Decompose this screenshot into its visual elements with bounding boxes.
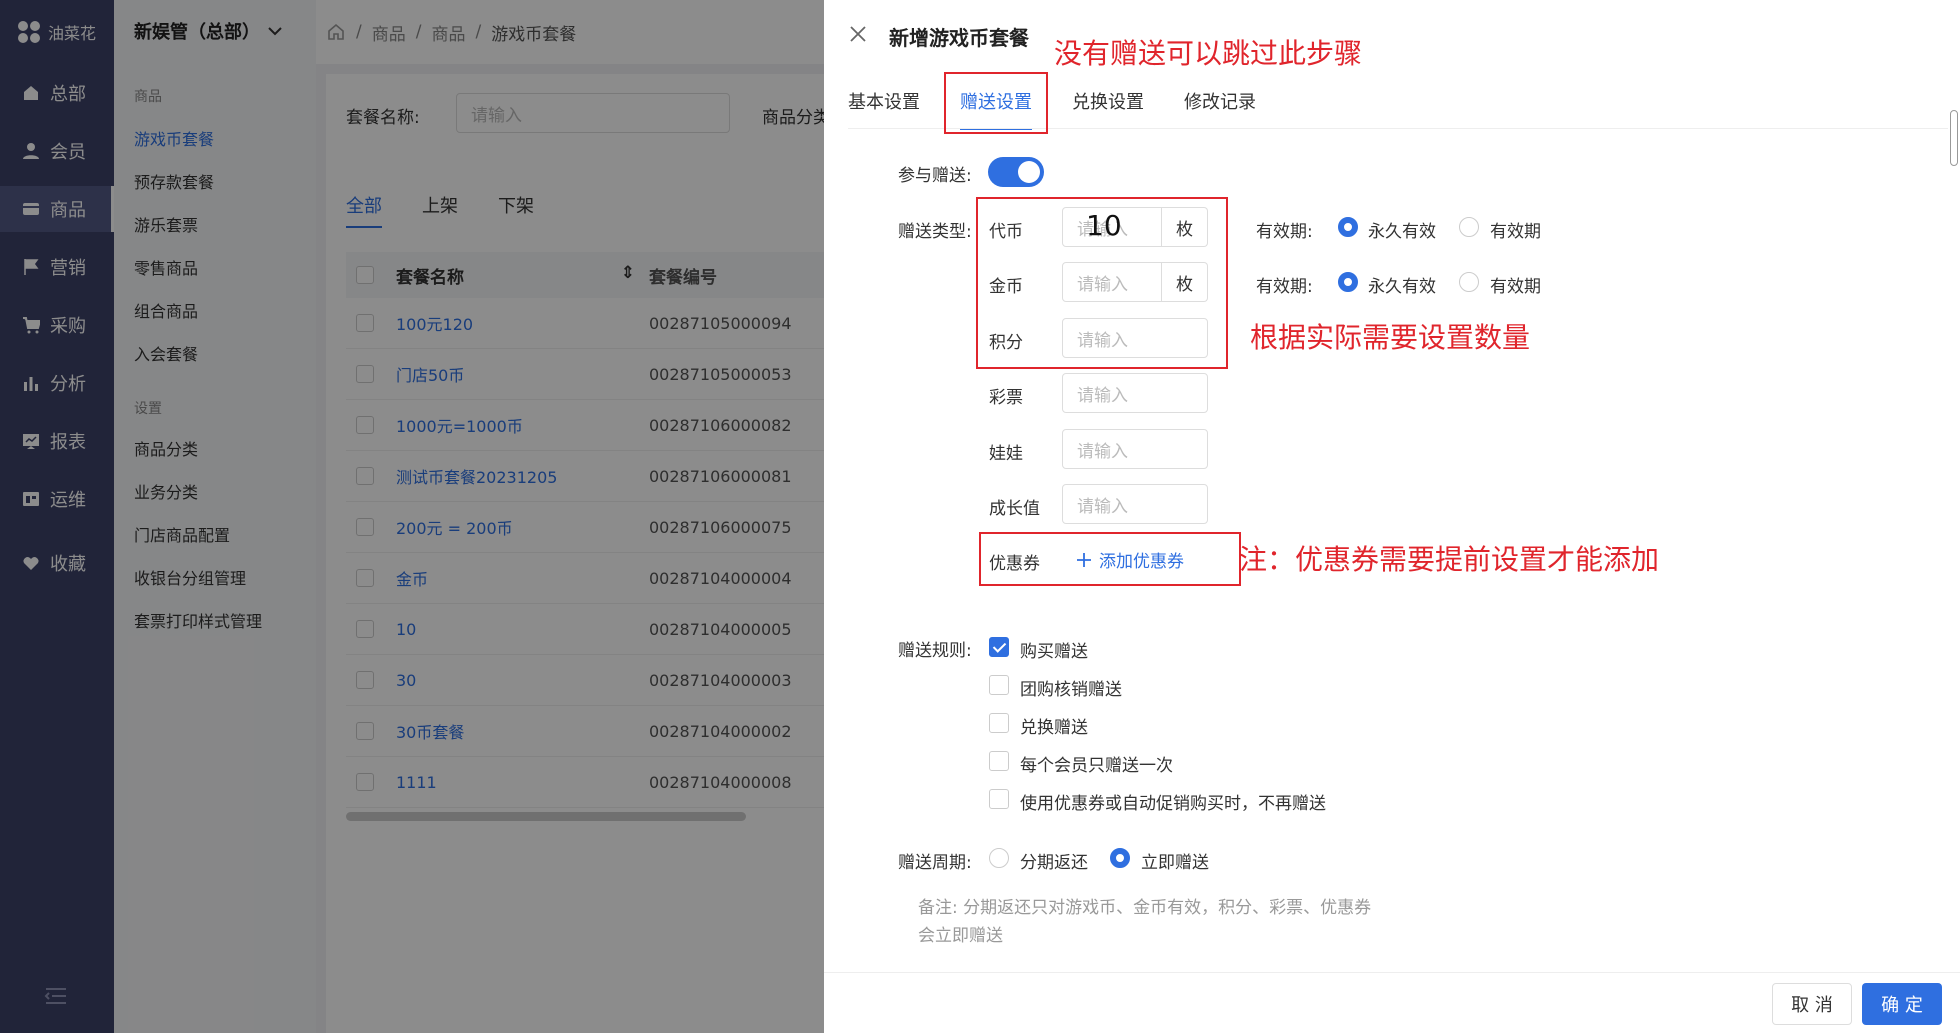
tab-change-log[interactable]: 修改记录 — [1184, 88, 1256, 130]
validity-period-radio[interactable] — [1459, 217, 1479, 237]
overlay-mask[interactable] — [0, 0, 824, 1033]
validity-permanent-radio[interactable] — [1338, 272, 1358, 292]
validity-period-label: 有效期 — [1490, 222, 1541, 242]
gift-rule-label-text: 每个会员只赠送一次 — [1020, 756, 1173, 776]
validity-permanent-label: 永久有效 — [1368, 222, 1436, 242]
validity-permanent-label: 永久有效 — [1368, 277, 1436, 297]
gift-rule-checkbox[interactable] — [989, 751, 1009, 771]
period-immediate-radio[interactable] — [1110, 848, 1130, 868]
gift-type-name: 成长值 — [989, 499, 1040, 519]
highlight-box-tab — [944, 72, 1048, 134]
period-installment-radio[interactable] — [989, 848, 1009, 868]
drawer-footer: 取 消 确 定 — [824, 972, 1960, 1033]
gift-rule-checkbox[interactable] — [989, 675, 1009, 695]
validity-period-label: 有效期 — [1490, 277, 1541, 297]
app-root: 油菜花 总部 会员 商品 营销 采购 分析 报表 运维 收藏 新娱管（总部） 商品 游戏币套餐预… — [0, 0, 1960, 1033]
drawer-title: 新增游戏币套餐 — [889, 26, 1029, 50]
period-note: 备注: 分期返还只对游戏币、金币有效，积分、彩票、优惠券会立即赠送 — [918, 898, 1372, 946]
drawer-tabs: 基本设置 赠送设置 兑换设置 修改记录 — [848, 88, 1256, 130]
add-package-drawer: 新增游戏币套餐 没有赠送可以跳过此步骤 基本设置 赠送设置 兑换设置 修改记录 … — [824, 0, 1960, 1033]
validity-period-radio[interactable] — [1459, 272, 1479, 292]
period-installment-label: 分期返还 — [1020, 853, 1088, 873]
gift-type-input[interactable]: 请输入 — [1062, 373, 1208, 413]
plus-icon — [1077, 552, 1091, 567]
annotation-coupon: 注：优惠券需要提前设置才能添加 — [1239, 543, 1660, 576]
gift-type-name: 娃娃 — [989, 444, 1023, 464]
gift-rule-label: 赠送规则: — [898, 641, 972, 661]
gift-type-label: 赠送类型: — [898, 222, 972, 242]
highlight-box-quantities — [976, 197, 1228, 369]
gift-rule-checkbox[interactable] — [989, 637, 1009, 657]
confirm-button[interactable]: 确 定 — [1862, 983, 1942, 1025]
validity-label: 有效期: — [1256, 222, 1313, 242]
gift-rule-label-text: 团购核销赠送 — [1020, 680, 1122, 700]
gift-period-label: 赠送周期: — [898, 853, 972, 873]
gift-rule-checkbox[interactable] — [989, 713, 1009, 733]
participate-toggle[interactable] — [988, 157, 1044, 187]
gift-rule-label-text: 使用优惠券或自动促销购买时，不再赠送 — [1020, 794, 1326, 814]
gift-rule-label-text: 购买赠送 — [1020, 642, 1088, 662]
coupon-label: 优惠券 — [989, 554, 1040, 574]
annotation-skip: 没有赠送可以跳过此步骤 — [1054, 37, 1363, 70]
vertical-scrollbar[interactable] — [1950, 110, 1958, 166]
cancel-button[interactable]: 取 消 — [1772, 983, 1852, 1025]
participate-label: 参与赠送: — [898, 166, 972, 186]
close-icon[interactable] — [848, 24, 868, 44]
add-coupon-button[interactable]: 添加优惠券 — [1077, 547, 1184, 572]
period-immediate-label: 立即赠送 — [1141, 853, 1209, 873]
tab-basic-settings[interactable]: 基本设置 — [848, 88, 920, 130]
gift-type-name: 彩票 — [989, 388, 1023, 408]
validity-label: 有效期: — [1256, 277, 1313, 297]
gift-rule-checkbox[interactable] — [989, 789, 1009, 809]
gift-type-input[interactable]: 请输入 — [1062, 484, 1208, 524]
gift-type-input[interactable]: 请输入 — [1062, 429, 1208, 469]
gift-rule-label-text: 兑换赠送 — [1020, 718, 1088, 738]
annotation-quantity: 根据实际需要设置数量 — [1250, 321, 1531, 354]
validity-permanent-radio[interactable] — [1338, 217, 1358, 237]
tab-exchange-settings[interactable]: 兑换设置 — [1072, 88, 1144, 130]
